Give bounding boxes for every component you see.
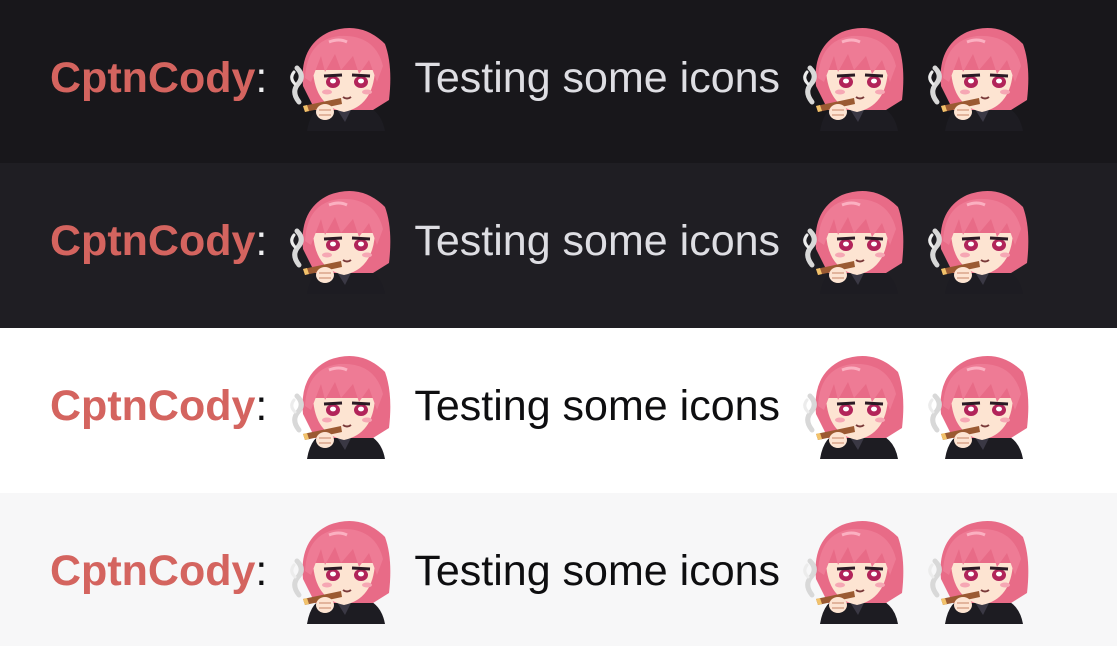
username[interactable]: CptnCody xyxy=(50,54,255,103)
anime-girl-cigar-emote-icon[interactable] xyxy=(289,354,394,459)
anime-girl-cigar-emote-icon[interactable] xyxy=(927,26,1032,131)
anime-girl-cigar-emote-icon[interactable] xyxy=(289,519,394,624)
chat-message: CptnCody : Testing some icons xyxy=(0,0,1117,163)
separator: : xyxy=(255,54,268,102)
chat-message: CptnCody : Testing some icons xyxy=(0,328,1117,493)
message-line: CptnCody : Testing some icons xyxy=(50,26,1032,131)
separator: : xyxy=(255,547,268,595)
anime-girl-cigar-emote-icon[interactable] xyxy=(802,519,907,624)
anime-girl-cigar-emote-icon[interactable] xyxy=(802,189,907,294)
anime-girl-cigar-emote-icon[interactable] xyxy=(289,189,394,294)
username[interactable]: CptnCody xyxy=(50,547,255,596)
message-text: Testing some icons xyxy=(414,217,781,265)
username[interactable]: CptnCody xyxy=(50,217,255,266)
anime-girl-cigar-emote-icon[interactable] xyxy=(802,354,907,459)
anime-girl-cigar-emote-icon[interactable] xyxy=(802,26,907,131)
anime-girl-cigar-emote-icon[interactable] xyxy=(927,354,1032,459)
message-text: Testing some icons xyxy=(414,54,781,102)
message-line: CptnCody : Testing some icons xyxy=(50,519,1032,624)
message-text: Testing some icons xyxy=(414,382,781,430)
chat-message: CptnCody : Testing some icons xyxy=(0,493,1117,646)
anime-girl-cigar-emote-icon[interactable] xyxy=(927,519,1032,624)
anime-girl-cigar-emote-icon[interactable] xyxy=(927,189,1032,294)
message-line: CptnCody : Testing some icons xyxy=(50,354,1032,459)
message-text: Testing some icons xyxy=(414,547,781,595)
separator: : xyxy=(255,382,268,430)
message-line: CptnCody : Testing some icons xyxy=(50,189,1032,294)
anime-girl-cigar-emote-icon[interactable] xyxy=(289,26,394,131)
chat-message: CptnCody : Testing some icons xyxy=(0,163,1117,328)
username[interactable]: CptnCody xyxy=(50,382,255,431)
separator: : xyxy=(255,217,268,265)
